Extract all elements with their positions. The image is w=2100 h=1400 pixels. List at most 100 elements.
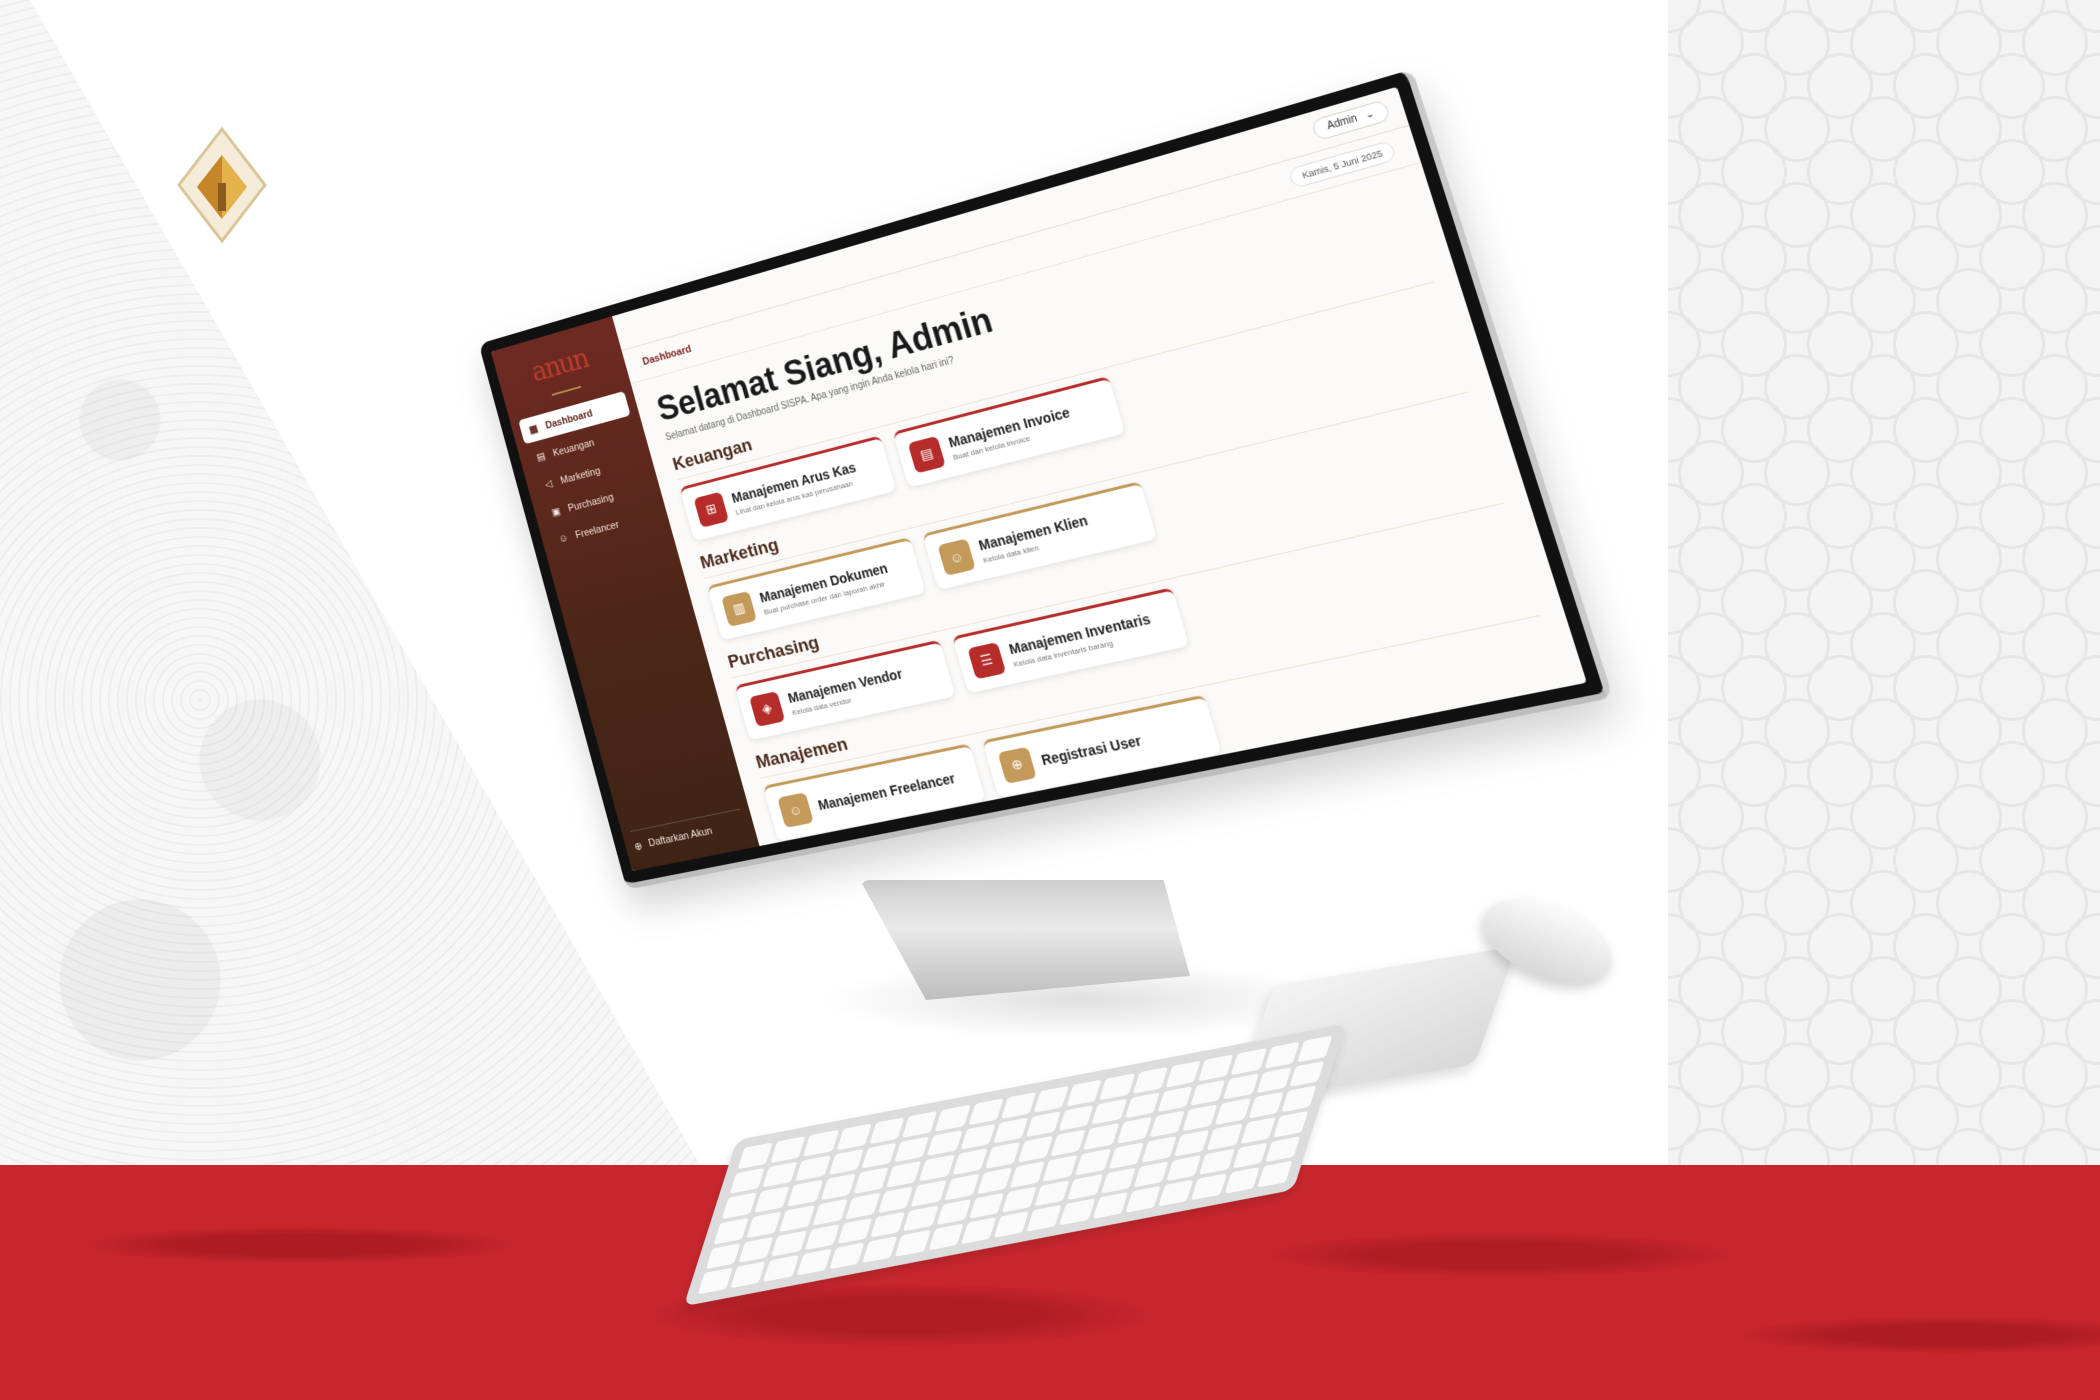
keyboard-key xyxy=(1133,1067,1168,1094)
keyboard-key xyxy=(969,1192,1004,1219)
keyboard-key xyxy=(1149,1111,1184,1138)
sidebar-item-label: Marketing xyxy=(559,465,601,486)
box-icon: ▣ xyxy=(549,504,563,519)
users-icon: ☺ xyxy=(556,532,570,546)
main-content: Admin ⌄ Dashboard Kamis, 5 Juni 2025 Sel… xyxy=(612,87,1587,846)
keyboard-key xyxy=(804,1130,839,1157)
keyboard-key xyxy=(771,1136,806,1163)
megaphone-icon: ◁ xyxy=(541,477,555,492)
keyboard-key xyxy=(1141,1136,1176,1163)
keyboard-key xyxy=(1157,1086,1192,1113)
keyboard-key xyxy=(1273,1111,1308,1138)
keyboard-key xyxy=(1289,1061,1324,1088)
keyboard-key xyxy=(812,1199,847,1226)
grid-icon: ▦ xyxy=(526,422,540,437)
breadcrumb[interactable]: Dashboard xyxy=(641,343,692,367)
user-add-icon: ☺ xyxy=(937,538,975,576)
keyboard-key xyxy=(1174,1130,1209,1157)
keyboard-key xyxy=(1264,1042,1299,1069)
keyboard-key xyxy=(1002,1186,1037,1213)
keyboard-key xyxy=(936,1199,971,1226)
keyboard-key xyxy=(1125,1092,1160,1119)
keyboard-key xyxy=(779,1205,814,1232)
keyboard-key xyxy=(1223,1073,1258,1100)
keyboard-key xyxy=(1084,1123,1119,1150)
keyboard-key xyxy=(1027,1205,1062,1232)
clipboard-icon: ▥ xyxy=(721,591,757,627)
keyboard-key xyxy=(804,1224,839,1251)
keyboard-key xyxy=(952,1149,987,1176)
keyboard-key xyxy=(878,1186,913,1213)
keyboard-key xyxy=(1059,1105,1094,1132)
keyboard-key xyxy=(853,1167,888,1194)
keyboard-key xyxy=(698,1268,733,1295)
monitor-bezel: anun ▦ Dashboard ▤ Keuangan ◁ Marketing … xyxy=(479,69,1614,890)
keyboard-key xyxy=(1231,1048,1266,1075)
chevron-down-icon: ⌄ xyxy=(1364,108,1376,122)
keyboard-key xyxy=(902,1111,937,1138)
keyboard-key xyxy=(903,1205,938,1232)
keyboard-key xyxy=(836,1123,871,1150)
keyboard-key xyxy=(944,1174,979,1201)
user-menu-label: Admin xyxy=(1326,113,1359,132)
keyboard-key xyxy=(886,1161,921,1188)
keyboard-key xyxy=(845,1192,880,1219)
keyboard-key xyxy=(1001,1092,1036,1119)
keyboard-key xyxy=(960,1123,995,1150)
keyboard-key xyxy=(1199,1148,1234,1175)
keyboard-key xyxy=(763,1255,798,1282)
keyboard-key xyxy=(927,1130,962,1157)
keyboard-key xyxy=(1108,1142,1143,1169)
keyboard-key xyxy=(828,1149,863,1176)
keyboard-key xyxy=(747,1211,782,1238)
keyboard-key xyxy=(1018,1136,1053,1163)
keyboard-key xyxy=(1010,1161,1045,1188)
keyboard-key xyxy=(1100,1073,1135,1100)
keyboard-key xyxy=(961,1218,996,1245)
keyboard-key xyxy=(977,1167,1012,1194)
keyboard-key xyxy=(1100,1167,1135,1194)
keyboard-key xyxy=(911,1180,946,1207)
keyboard-key xyxy=(1133,1161,1168,1188)
keyboard-key xyxy=(1068,1174,1103,1201)
database-icon: ☰ xyxy=(967,642,1006,679)
keyboard-key xyxy=(1224,1167,1259,1194)
sidebar-item-label: Freelancer xyxy=(574,519,620,541)
keyboard-key xyxy=(894,1136,929,1163)
keyboard-key xyxy=(1026,1111,1061,1138)
dashboard-content: Selamat Siang, Admin Selamat datang di D… xyxy=(631,163,1587,846)
keyboard-key xyxy=(1060,1199,1095,1226)
keyboard-key xyxy=(861,1142,896,1169)
keyboard-key xyxy=(739,1236,774,1263)
keyboard-key xyxy=(795,1155,830,1182)
keyboard-key xyxy=(722,1193,757,1220)
sidebar-item-label: Keuangan xyxy=(552,437,596,459)
keyboard-key xyxy=(1297,1036,1332,1063)
keyboard-key xyxy=(1190,1079,1225,1106)
keyboard-key xyxy=(706,1243,741,1270)
register-account-label: Daftarkan Akun xyxy=(647,825,714,850)
keyboard-key xyxy=(714,1218,749,1245)
keyboard-key xyxy=(1198,1054,1233,1081)
keyboard-key xyxy=(862,1236,897,1263)
keyboard-key xyxy=(985,1142,1020,1169)
app-logo: anun xyxy=(503,335,617,396)
keyboard-key xyxy=(731,1262,766,1289)
keyboard-key xyxy=(935,1105,970,1132)
keyboard-key xyxy=(771,1230,806,1257)
pattern-background-right xyxy=(1668,0,2100,1165)
keyboard-key xyxy=(1256,1067,1291,1094)
keyboard-key xyxy=(1248,1092,1283,1119)
brand-logo-icon xyxy=(175,125,270,260)
keyboard-key xyxy=(1215,1098,1250,1125)
keyboard-key xyxy=(928,1224,963,1251)
keyboard-key xyxy=(1257,1161,1292,1188)
keyboard-key xyxy=(1034,1086,1069,1113)
sidebar-item-label: Purchasing xyxy=(567,491,615,514)
keyboard-key xyxy=(994,1211,1029,1238)
keyboard-key xyxy=(763,1161,798,1188)
keyboard-key xyxy=(1117,1117,1152,1144)
keyboard-key xyxy=(738,1142,773,1169)
keyboard-key xyxy=(869,1117,904,1144)
keyboard-key xyxy=(919,1155,954,1182)
